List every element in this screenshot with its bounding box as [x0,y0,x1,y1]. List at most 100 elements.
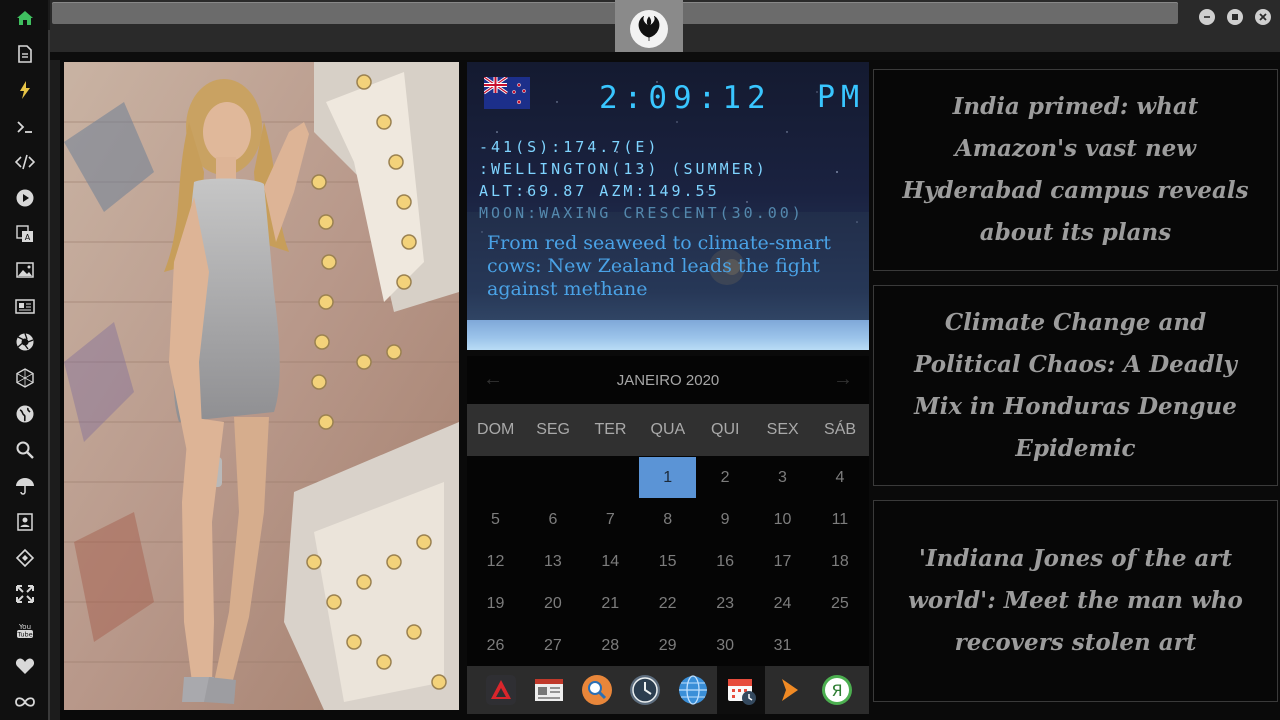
svg-text:Я: Я [831,681,842,700]
news-card[interactable]: India primed: what Amazon's vast new Hyd… [873,69,1278,271]
news-card-title: India primed: what Amazon's vast new Hyd… [902,93,1249,246]
calendar-day[interactable]: 21 [582,583,639,624]
weekday-label: QUA [650,421,686,438]
calendar-day[interactable]: 24 [754,583,811,624]
clock-moon-phase: MOON:WAXING CRESCENT(30.00) [479,204,804,222]
image-icon[interactable] [14,259,36,281]
translate-icon[interactable]: A [14,223,36,245]
news-card[interactable]: 'Indiana Jones of the art world': Meet t… [873,500,1278,702]
browser-icon[interactable] [669,666,717,714]
calendar-day[interactable]: 2 [697,457,754,498]
tag-icon[interactable] [14,547,36,569]
weekday-label: TER [594,421,627,438]
calendar-day[interactable]: 30 [697,625,754,666]
weekday-label: SEG [536,421,570,438]
weekday-label: SEX [766,421,799,438]
play-icon[interactable] [14,187,36,209]
news-card-title: Climate Change and Political Chaos: A De… [914,308,1237,462]
calendar-day[interactable]: 11 [811,499,868,540]
expand-icon[interactable] [14,583,36,605]
calendar-day[interactable]: 26 [467,625,524,666]
document-icon[interactable] [14,43,36,65]
yandex-icon[interactable]: Я [813,666,861,714]
weekday-label: QUI [711,421,740,438]
clock-location: :WELLINGTON(13) (SUMMER) [479,160,768,178]
calendar-day[interactable]: 5 [467,499,524,540]
clock-altitude-azimuth: ALT:69.87 AZM:149.55 [479,182,720,200]
maximize-button[interactable] [1227,9,1243,25]
home-icon[interactable] [14,7,36,29]
calendar-day[interactable]: 22 [639,583,696,624]
calendar-day[interactable]: 3 [754,457,811,498]
news-reader-icon[interactable] [525,666,573,714]
weekday-label: SÁB [824,421,857,438]
calendar-day[interactable]: 31 [754,625,811,666]
calendar-day[interactable]: 16 [697,541,754,582]
youtube-icon[interactable]: You Tube [14,619,36,641]
aperture-icon[interactable] [14,331,36,353]
app-launcher-icon[interactable] [477,666,525,714]
calendar-day[interactable]: 23 [697,583,754,624]
terminal-icon[interactable] [14,116,36,138]
calendar-widget: ← JANEIRO 2020 → DOM SEG TER QUA QUI SEX… [467,356,869,666]
calendar-weekday-row: DOM SEG TER QUA QUI SEX SÁB [467,404,869,456]
calendar-day[interactable]: 10 [754,499,811,540]
weekday-label: DOM [477,421,515,438]
calendar-day[interactable]: 7 [582,499,639,540]
calendar-day[interactable]: 15 [639,541,696,582]
minimize-button[interactable] [1199,9,1215,25]
clock-headline[interactable]: From red seaweed to climate-smart cows: … [487,232,857,301]
top-divider [50,52,1280,60]
calendar-day[interactable]: 18 [811,541,868,582]
svg-text:Tube: Tube [16,631,32,639]
search-app-icon[interactable] [573,666,621,714]
horizon-strip [467,320,869,350]
calendar-header: ← JANEIRO 2020 → [467,356,869,404]
app-dock: Я [467,666,869,714]
calendar-day[interactable]: 19 [467,583,524,624]
clock-app-icon[interactable] [621,666,669,714]
calendar-day[interactable]: 9 [697,499,754,540]
next-month-icon[interactable]: → [833,368,853,391]
calendar-day[interactable]: 28 [582,625,639,666]
search-icon[interactable] [14,439,36,461]
calendar-day[interactable]: 14 [582,541,639,582]
app-sidebar: A You Tube [0,0,48,720]
calendar-day-selected[interactable]: 1 [639,457,697,498]
news-icon[interactable] [14,295,36,317]
calendar-day[interactable]: 27 [524,625,581,666]
news-card-title: 'Indiana Jones of the art world': Meet t… [908,545,1243,656]
calendar-day[interactable]: 4 [811,457,868,498]
hexagon-icon[interactable] [14,367,36,389]
calendar-day[interactable]: 6 [524,499,581,540]
code-icon[interactable] [14,151,36,173]
close-button[interactable] [1255,9,1271,25]
rebel-alliance-icon[interactable] [630,10,668,48]
heart-icon[interactable] [14,655,36,677]
clock-time: 2:09:12 [599,80,772,116]
news-card[interactable]: Climate Change and Political Chaos: A De… [873,285,1278,486]
clock-ampm: PM [817,80,866,115]
wallpaper-photo [64,62,459,710]
calendar-month-label: JANEIRO 2020 [616,371,720,389]
play-arrow-icon[interactable] [765,666,813,714]
svg-text:A: A [25,233,31,242]
world-clock-widget: 2:09:12 PM -41(S):174.7(E) :WELLINGTON(1… [467,62,869,350]
umbrella-icon[interactable] [14,475,36,497]
flash-icon[interactable] [14,79,36,101]
sidebar-scrollbar[interactable] [48,30,50,720]
calendar-day[interactable]: 25 [811,583,868,624]
calendar-day[interactable]: 8 [639,499,696,540]
globe-icon[interactable] [14,403,36,425]
infinity-icon[interactable] [14,691,36,713]
prev-month-icon[interactable]: ← [483,368,503,391]
calendar-app-icon[interactable] [717,666,765,714]
calendar-day[interactable]: 13 [524,541,581,582]
new-zealand-flag-icon [483,75,530,109]
calendar-day[interactable]: 29 [639,625,696,666]
clock-coordinates: -41(S):174.7(E) [479,138,660,156]
contact-icon[interactable] [14,511,36,533]
calendar-day[interactable]: 17 [754,541,811,582]
calendar-day[interactable]: 20 [524,583,581,624]
calendar-day[interactable]: 12 [467,541,524,582]
